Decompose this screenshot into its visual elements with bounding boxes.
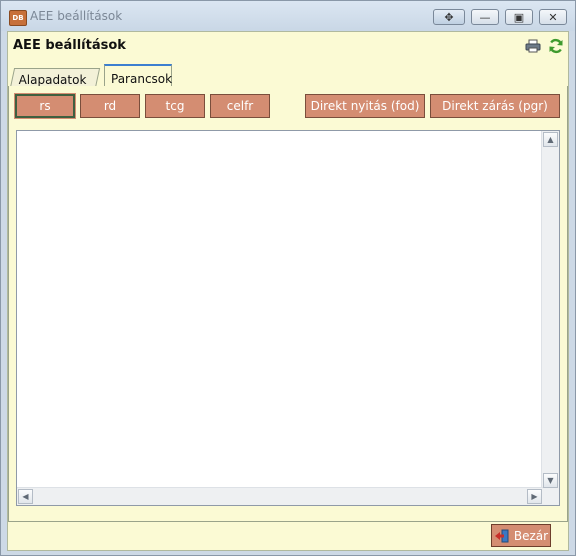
command-output-area[interactable]: ▲ ▼ ◀ ▶ [16,130,560,506]
close-button[interactable]: Bezár [491,524,551,547]
tab-alapadatok[interactable]: Alapadatok [9,68,101,88]
commands-panel: rs rd tcg celfr Direkt nyitás (fod) Dire… [8,86,568,522]
tcg-button[interactable]: tcg [145,94,205,118]
arrow-right-icon: ▶ [531,492,538,501]
arrow-left-icon: ◀ [22,492,29,501]
close-button-label: Bezár [513,528,549,543]
move-icon: ✥ [444,10,454,24]
tab-parancsok[interactable]: Parancsok [104,64,172,87]
footer: Bezár [8,522,568,550]
minimize-button[interactable]: — [471,9,499,25]
refresh-icon [549,38,563,54]
settings-window: DB AEE beállítások ✥ — ▣ ✕ AEE beállítás… [0,0,576,556]
scrollbar-corner [542,488,559,505]
minimize-icon: — [479,10,491,24]
scroll-left-button[interactable]: ◀ [18,489,33,504]
vertical-scrollbar[interactable]: ▲ ▼ [541,131,559,489]
tab-label: Alapadatok [18,73,87,87]
refresh-button[interactable] [547,38,565,54]
maximize-button[interactable]: ▣ [505,9,533,25]
horizontal-scrollbar[interactable]: ◀ ▶ [17,487,543,505]
output-text [17,131,559,137]
window-title: AEE beállítások [30,9,123,23]
app-icon: DB [9,10,27,26]
scroll-up-button[interactable]: ▲ [543,132,558,147]
close-icon: ✕ [548,10,558,24]
tab-bar: Alapadatok Parancsok [8,62,568,88]
page-title: AEE beállítások [13,38,126,53]
tab-label: Parancsok [111,72,173,86]
printer-icon [525,39,541,53]
rs-button[interactable]: rs [14,93,76,119]
scroll-down-button[interactable]: ▼ [543,473,558,488]
exit-icon [494,529,509,542]
arrow-down-icon: ▼ [547,476,554,485]
print-button[interactable] [524,38,542,54]
scroll-right-button[interactable]: ▶ [527,489,542,504]
maximize-icon: ▣ [513,10,525,24]
title-bar[interactable]: DB AEE beállítások ✥ — ▣ ✕ [1,1,575,31]
celfr-button[interactable]: celfr [210,94,270,118]
direct-open-button[interactable]: Direkt nyitás (fod) [305,94,425,118]
close-window-button[interactable]: ✕ [539,9,567,25]
arrow-up-icon: ▲ [547,135,554,144]
rd-button[interactable]: rd [80,94,140,118]
move-window-button[interactable]: ✥ [433,9,465,25]
direct-close-button[interactable]: Direkt zárás (pgr) [430,94,560,118]
client-area: AEE beállítások Alapadatok Parancsok rs … [7,31,569,551]
